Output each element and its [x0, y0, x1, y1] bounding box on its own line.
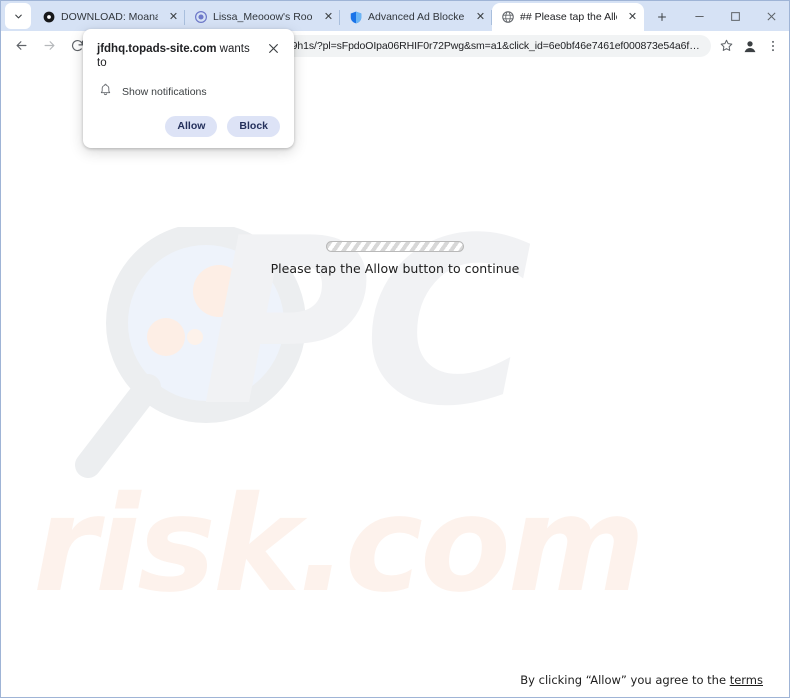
block-button[interactable]: Block: [227, 115, 280, 137]
permission-row: Show notifications: [97, 83, 280, 102]
tab-title-2: Advanced Ad Blocker: [368, 11, 465, 23]
minimize-button[interactable]: [681, 1, 717, 31]
arrow-left-icon: [16, 41, 26, 50]
purple-circle-icon: [194, 11, 207, 24]
notification-permission-dialog: jfdhq.topads-site.com wants to Show noti…: [83, 29, 294, 148]
new-tab-button[interactable]: [649, 4, 675, 30]
forward-button[interactable]: [35, 33, 63, 59]
browser-tab-0[interactable]: DOWNLOAD: Moana 2 (2024) ✕: [33, 3, 185, 31]
star-icon: [720, 39, 732, 51]
browser-tab-2[interactable]: Advanced Ad Blocker ✕: [340, 3, 492, 31]
tab-close-button-2[interactable]: ✕: [473, 10, 488, 25]
terms-link[interactable]: terms: [730, 673, 763, 687]
maximize-icon: [730, 11, 740, 21]
tab-close-button-1[interactable]: ✕: [321, 10, 336, 25]
chevron-down-icon: [14, 14, 22, 18]
tab-title-0: DOWNLOAD: Moana 2 (2024): [61, 11, 158, 23]
globe-icon: [501, 11, 514, 24]
loading-progress-bar: [326, 241, 464, 252]
instruction-text: Please tap the Allow button to continue: [270, 261, 520, 276]
blue-shield-icon: [349, 11, 362, 24]
close-icon: [766, 11, 776, 21]
page-center-block: Please tap the Allow button to continue: [1, 241, 789, 276]
watermark-risk-text: risk.com: [33, 468, 645, 622]
dark-circle-icon: [42, 11, 55, 24]
tab-close-button-0[interactable]: ✕: [166, 10, 181, 25]
browser-menu-button[interactable]: [763, 33, 783, 59]
footer-text: By clicking “Allow” you agree to the: [520, 673, 730, 687]
dialog-close-button[interactable]: [266, 41, 280, 55]
minimize-icon: [694, 15, 704, 17]
maximize-button[interactable]: [717, 1, 753, 31]
dialog-title: jfdhq.topads-site.com wants to: [97, 42, 258, 71]
tab-title-1: Lissa_Meooow's Room @ Cha: [213, 11, 313, 23]
tab-strip: DOWNLOAD: Moana 2 (2024) ✕ Lissa_Meooow'…: [1, 1, 789, 31]
back-button[interactable]: [7, 33, 35, 59]
browser-window: DOWNLOAD: Moana 2 (2024) ✕ Lissa_Meooow'…: [0, 0, 790, 698]
person-icon: [741, 37, 759, 54]
browser-tab-1[interactable]: Lissa_Meooow's Room @ Cha ✕: [185, 3, 340, 31]
browser-tab-3[interactable]: ## Please tap the Allow butto ✕: [492, 3, 644, 31]
bell-icon: [99, 83, 112, 102]
page-viewport: PC risk.com Please tap the Allow button …: [1, 61, 789, 697]
tab-search-button[interactable]: [5, 3, 31, 29]
close-icon: [268, 43, 278, 53]
dialog-header: jfdhq.topads-site.com wants to: [97, 42, 280, 71]
plus-icon: [658, 13, 666, 21]
page-footer: By clicking “Allow” you agree to the ter…: [520, 673, 763, 687]
close-window-button[interactable]: [753, 1, 789, 31]
page-watermark: PC risk.com: [1, 61, 789, 697]
dialog-origin: jfdhq.topads-site.com: [97, 43, 217, 55]
profile-button[interactable]: [737, 33, 763, 59]
window-controls: [681, 1, 789, 31]
tab-close-button-3[interactable]: ✕: [625, 10, 640, 25]
three-dot-menu-icon: [772, 40, 774, 51]
allow-button[interactable]: Allow: [165, 115, 218, 137]
tab-title-3: ## Please tap the Allow butto: [520, 11, 617, 23]
bookmark-button[interactable]: [715, 35, 737, 57]
permission-label: Show notifications: [122, 86, 207, 99]
arrow-right-icon: [44, 41, 54, 50]
dialog-actions: Allow Block: [97, 115, 280, 137]
